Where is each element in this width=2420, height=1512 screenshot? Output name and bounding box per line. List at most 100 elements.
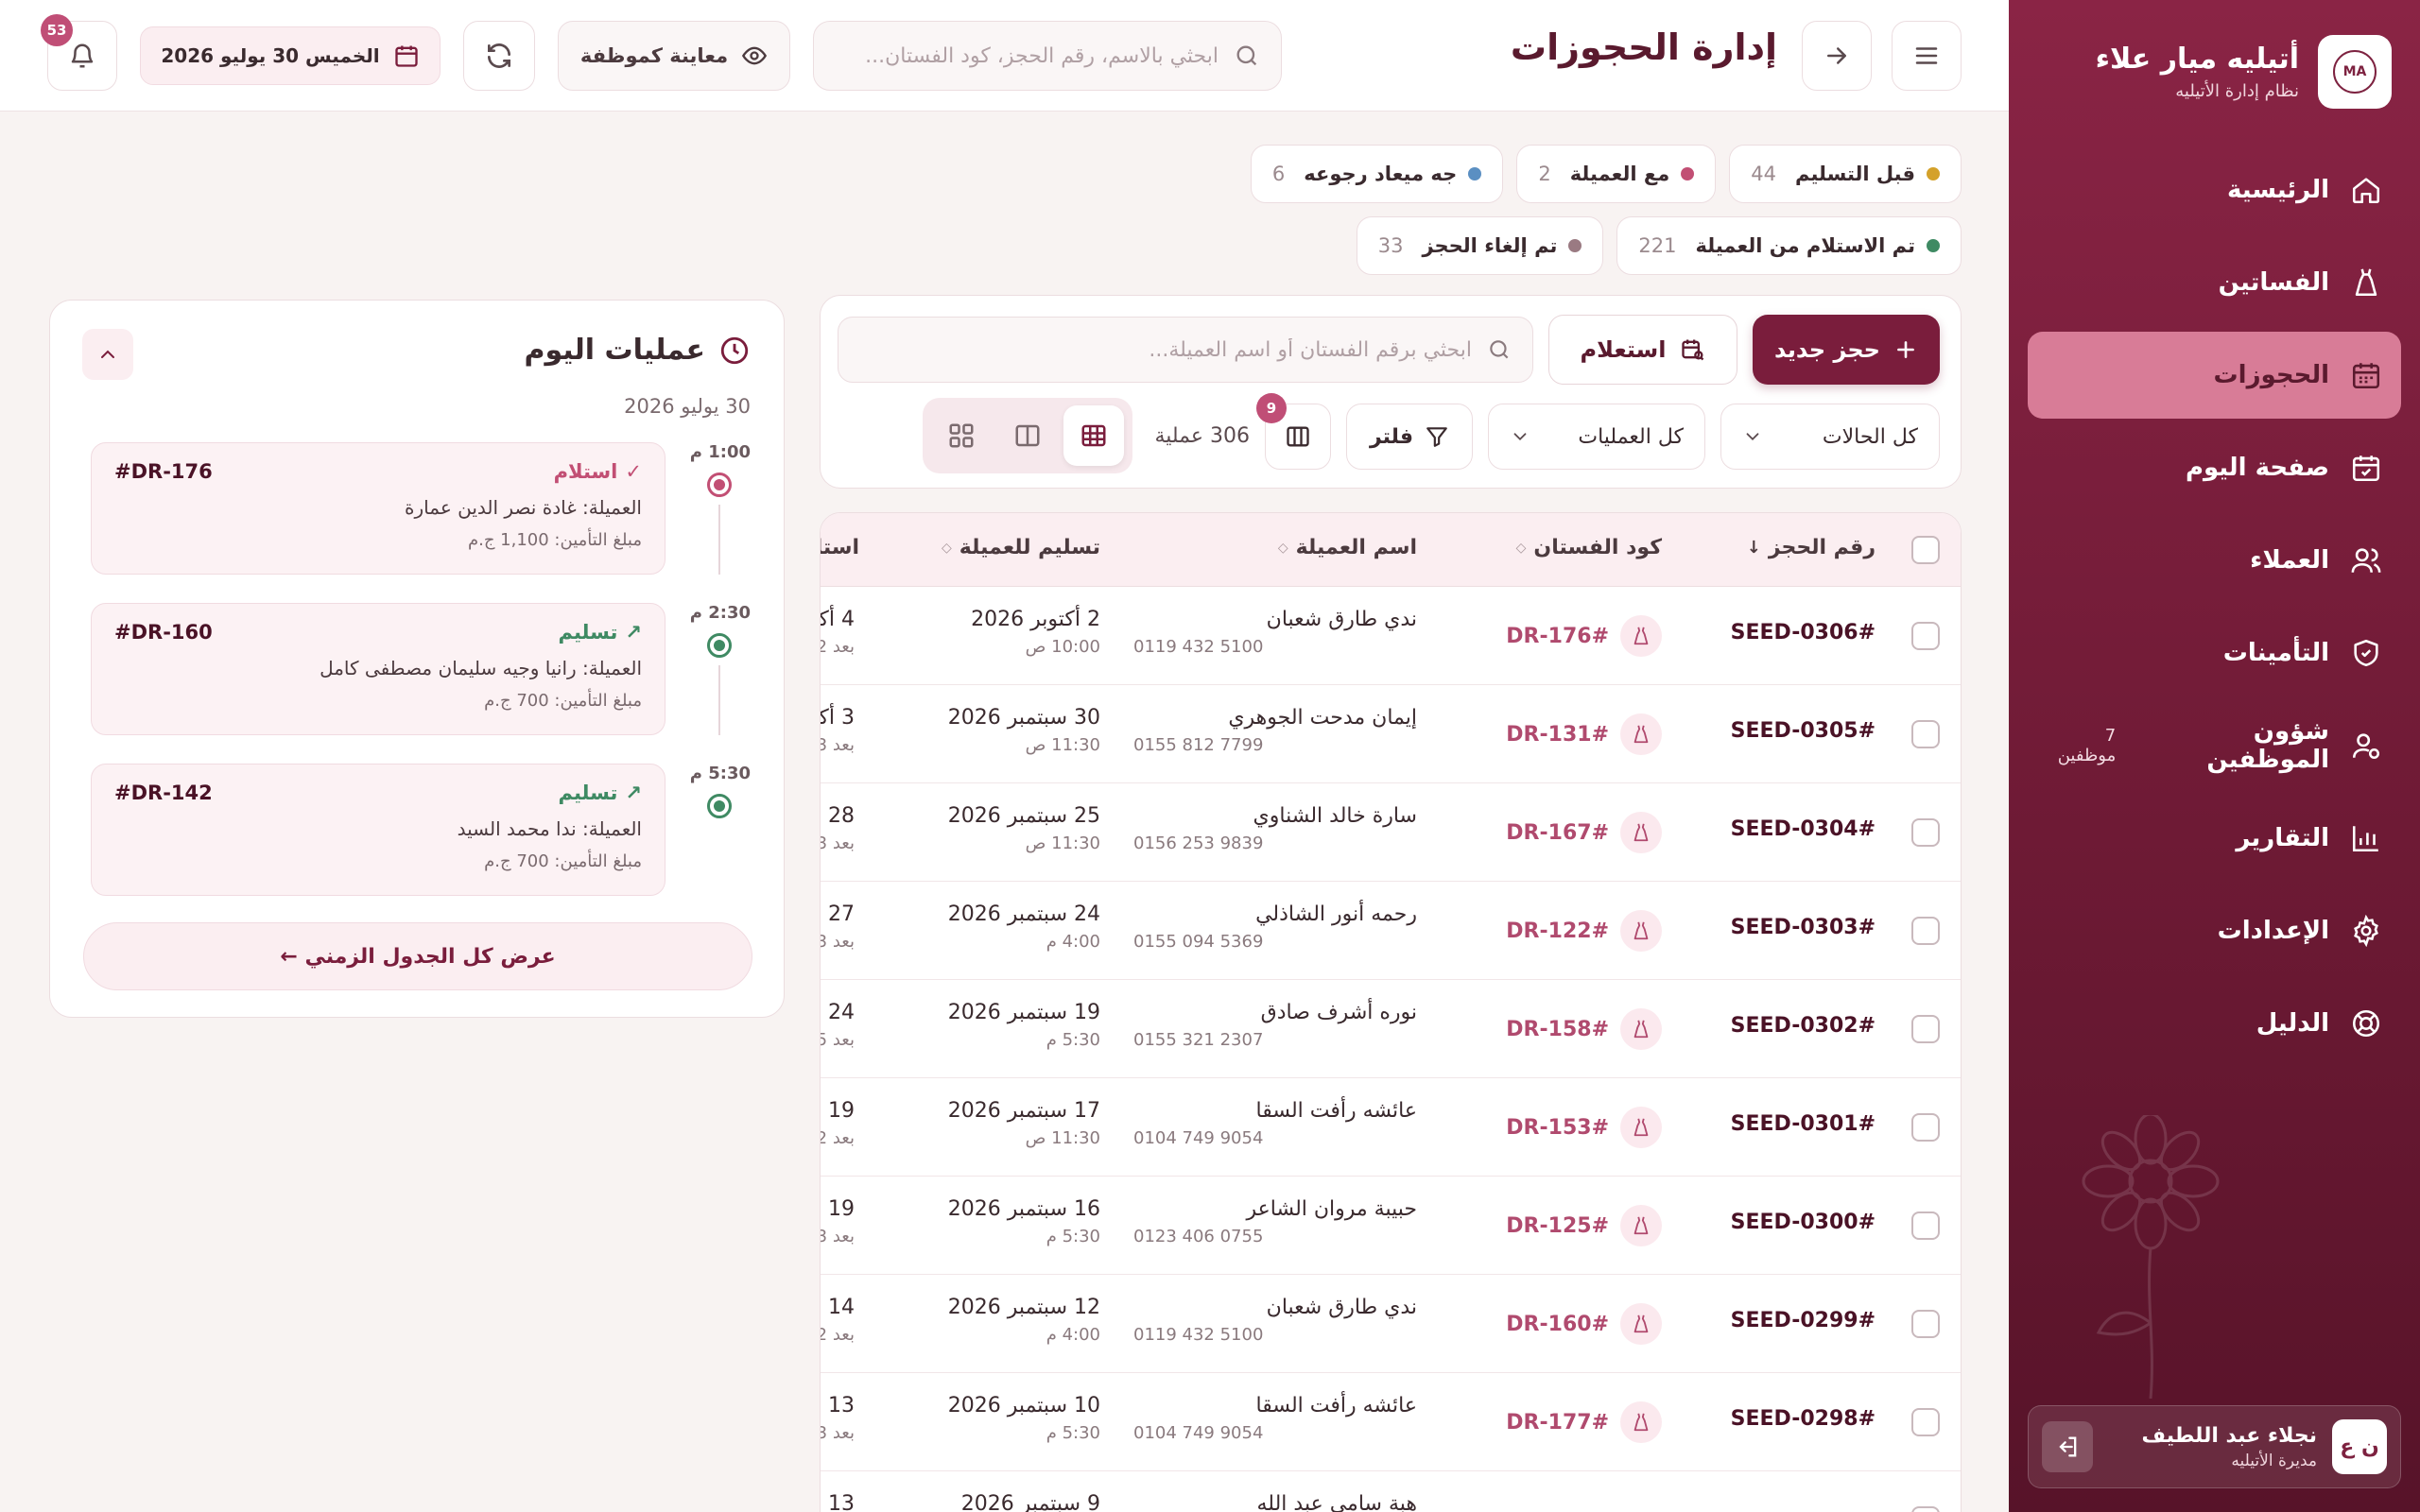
table-row[interactable]: #SEED-0298 #DR-177 عائشه رأفت السقا 0104 74… <box>821 1373 1961 1471</box>
status-chip-with-client[interactable]: مع العميلة 2 <box>1516 145 1717 203</box>
row-checkbox[interactable] <box>1911 720 1940 748</box>
booking-id[interactable]: #SEED-0300 <box>1731 1211 1876 1234</box>
sidebar-item-dresses[interactable]: الفساتين <box>2028 239 2401 326</box>
row-checkbox[interactable] <box>1911 917 1940 945</box>
column-header-id[interactable]: رقم الحجز ↓ <box>1747 536 1876 559</box>
view-grid-button[interactable] <box>931 405 992 466</box>
operations-select[interactable]: كل العمليات <box>1488 404 1705 470</box>
row-checkbox[interactable] <box>1911 1015 1940 1043</box>
dress-cell[interactable]: #DR-177 <box>1506 1401 1662 1443</box>
user-role: مديرة الأتيليه <box>2231 1451 2317 1470</box>
table-row[interactable]: #SEED-0305 #DR-131 إيمان مدحت الجوهري 0155 … <box>821 685 1961 783</box>
table-row[interactable]: #SEED-0304 #DR-167 سارة خالد الشناوي 0156 2… <box>821 783 1961 882</box>
show-full-timeline-button[interactable]: عرض كل الجدول الزمني ← <box>83 922 752 990</box>
booking-id[interactable]: #SEED-0301 <box>1731 1112 1876 1136</box>
dress-cell[interactable]: #DR-125 <box>1506 1205 1662 1246</box>
search-icon <box>1236 45 1257 66</box>
timeline-card[interactable]: ↗ تسليم #DR-160 العميلة: رانيا وجيه سليمان … <box>91 603 666 735</box>
sidebar-item-bookings[interactable]: الحجوزات <box>2028 332 2401 419</box>
column-header-label: تسليم للعميلة <box>959 536 1100 559</box>
sidebar-item-reports[interactable]: التقارير <box>2028 795 2401 882</box>
logout-button[interactable] <box>2042 1421 2093 1472</box>
view-table-button[interactable] <box>1063 405 1124 466</box>
menu-button[interactable] <box>1892 21 1962 91</box>
table-row[interactable]: #SEED-0303 #DR-122 رحمه أنور الشاذلي 0155 0… <box>821 882 1961 980</box>
timeline-card[interactable]: ↗ تسليم #DR-142 العميلة: ندا محمد السيد مبلغ… <box>91 764 666 896</box>
sidebar-nav: الرئيسية الفساتين الحجوزات صفحة اليوم ال… <box>2028 146 2401 1073</box>
table-row[interactable]: #SEED-0302 #DR-158 نوره أشرف صادق 0155 321 … <box>821 980 1961 1078</box>
booking-id[interactable]: #SEED-0303 <box>1731 916 1876 939</box>
new-booking-button[interactable]: حجز جديد <box>1753 315 1940 385</box>
sidebar-item-deposits[interactable]: التأمينات <box>2028 610 2401 696</box>
booking-id[interactable]: #SEED-0298 <box>1731 1407 1876 1431</box>
current-date[interactable]: الخميس 30 يوليو 2026 <box>140 26 441 85</box>
table-row[interactable]: هبة سامي عبد الله 9 سبتمبر 2026 13 <box>821 1471 1961 1512</box>
row-checkbox[interactable] <box>1911 1211 1940 1240</box>
global-search[interactable] <box>813 21 1282 91</box>
refresh-button[interactable] <box>463 21 535 91</box>
columns-button[interactable]: 9 <box>1256 393 1331 470</box>
bookings-search[interactable] <box>838 317 1533 383</box>
booking-id[interactable]: #SEED-0304 <box>1731 817 1876 841</box>
row-checkbox[interactable] <box>1911 1506 1940 1512</box>
sidebar-item-home[interactable]: الرئيسية <box>2028 146 2401 233</box>
status-select[interactable]: كل الحالات <box>1720 404 1940 470</box>
dress-cell[interactable]: #DR-131 <box>1506 713 1662 755</box>
select-all-checkbox[interactable] <box>1911 536 1940 564</box>
delivery-date: 12 سبتمبر 2026 <box>947 1296 1100 1319</box>
status-chip-cancelled[interactable]: تم إلغاء الحجز 33 <box>1356 216 1604 275</box>
dress-cell[interactable]: #DR-167 <box>1506 812 1662 853</box>
status-chip-received[interactable]: تم الاستلام من العميلة 221 <box>1616 216 1962 275</box>
inquiry-button[interactable]: استعلام <box>1548 315 1737 385</box>
brand-name: أتيليه ميار علاء <box>2095 43 2299 76</box>
notifications-button[interactable]: 53 <box>41 14 117 91</box>
column-header-delivery[interactable]: تسليم للعميلة ◇ <box>942 536 1100 559</box>
sidebar-item-label: التقارير <box>2236 824 2329 852</box>
table-row[interactable]: #SEED-0306 #DR-176 ندي طارق شعبان 0119 432 … <box>821 587 1961 685</box>
dress-code: #DR-158 <box>1506 1017 1609 1041</box>
return-date: 4 أكت <box>820 608 855 631</box>
booking-id[interactable]: #SEED-0299 <box>1731 1309 1876 1332</box>
timeline-card[interactable]: ✓ استلام #DR-176 العميلة: غادة نصر الدين عم… <box>91 442 666 575</box>
row-checkbox[interactable] <box>1911 1310 1940 1338</box>
global-search-input[interactable] <box>840 43 1219 68</box>
sort-arrow-icon: ↓ <box>1746 538 1761 558</box>
sidebar-item-clients[interactable]: العملاء <box>2028 517 2401 604</box>
refresh-icon <box>488 43 510 68</box>
back-button[interactable] <box>1802 21 1872 91</box>
column-header-return[interactable]: استل <box>821 536 859 559</box>
dress-cell[interactable]: #DR-153 <box>1506 1107 1662 1148</box>
dress-code: #DR-122 <box>1506 919 1609 943</box>
collapse-button[interactable] <box>82 329 133 380</box>
booking-id[interactable]: #SEED-0306 <box>1731 621 1876 644</box>
table-row[interactable]: #SEED-0300 #DR-125 حبيبة مروان الشاعر 0123 … <box>821 1177 1961 1275</box>
today-date: 30 يوليو 2026 <box>624 395 751 418</box>
booking-id[interactable]: #SEED-0302 <box>1731 1014 1876 1038</box>
bookings-search-input[interactable] <box>867 337 1472 362</box>
column-header-dress[interactable]: كود الفستان ◇ <box>1516 536 1662 559</box>
return-date: 13 <box>828 1492 855 1512</box>
preview-as-staff-button[interactable]: معاينة كموظفة <box>558 21 790 91</box>
dress-cell[interactable]: #DR-158 <box>1506 1008 1662 1050</box>
sidebar-item-settings[interactable]: الإعدادات <box>2028 887 2401 974</box>
table-row[interactable]: #SEED-0299 #DR-160 ندي طارق شعبان 0119 432 … <box>821 1275 1961 1373</box>
row-checkbox[interactable] <box>1911 818 1940 847</box>
row-checkbox[interactable] <box>1911 1113 1940 1142</box>
sidebar-item-today[interactable]: صفحة اليوم <box>2028 424 2401 511</box>
filter-button[interactable]: فلتر <box>1346 404 1473 470</box>
dress-cell[interactable]: #DR-176 <box>1506 615 1662 657</box>
status-dot <box>1927 167 1940 180</box>
column-header-client[interactable]: اسم العميلة ◇ <box>1278 536 1417 559</box>
sidebar-item-guide[interactable]: الدليل <box>2028 980 2401 1067</box>
booking-id[interactable]: #SEED-0305 <box>1731 719 1876 743</box>
status-chip-before-delivery[interactable]: قبل التسليم 44 <box>1729 145 1962 203</box>
sidebar-item-staff[interactable]: شؤون الموظفين 7 موظفين <box>2028 702 2401 789</box>
return-time: بعد 2 <box>821 637 855 657</box>
status-chip-return-due[interactable]: جه ميعاد رجوعه 6 <box>1250 145 1504 203</box>
dress-cell[interactable]: #DR-122 <box>1506 910 1662 952</box>
row-checkbox[interactable] <box>1911 622 1940 650</box>
row-checkbox[interactable] <box>1911 1408 1940 1436</box>
view-split-button[interactable] <box>997 405 1058 466</box>
dress-cell[interactable]: #DR-160 <box>1506 1303 1662 1345</box>
table-row[interactable]: #SEED-0301 #DR-153 عائشه رأفت السقا 0104 74… <box>821 1078 1961 1177</box>
